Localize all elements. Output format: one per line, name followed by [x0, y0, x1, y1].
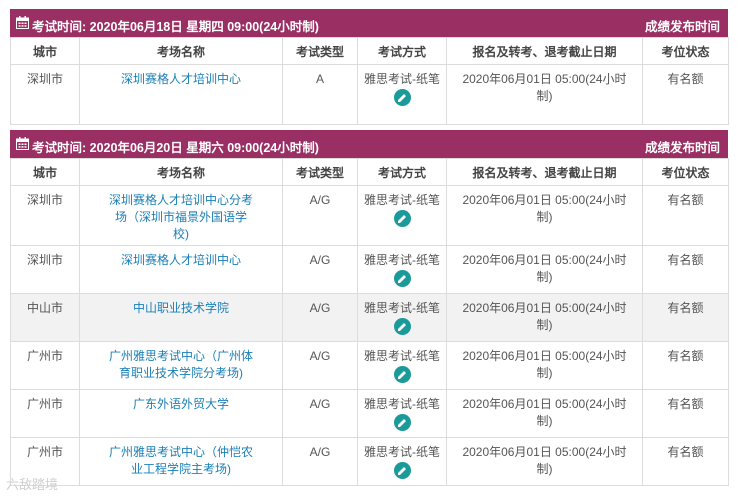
- method-text: 雅思考试-纸笔: [364, 193, 440, 207]
- method-text: 雅思考试-纸笔: [364, 397, 440, 411]
- session-header: 考试时间: 2020年06月18日 星期四 09:00(24小时制) 成绩发布时…: [10, 9, 728, 37]
- col-header-status: 考位状态: [642, 158, 729, 186]
- watermark: 六敌踏境: [6, 477, 59, 492]
- col-header-method: 考试方式: [357, 158, 447, 186]
- table-row: 深圳市 深圳赛格人才培训中心分考 场（深圳市福景外国语学 校) A/G 雅思考试-纸…: [10, 185, 729, 246]
- city-cell: 广州市: [10, 389, 80, 438]
- status-cell: 有名额: [642, 437, 729, 486]
- pencil-icon[interactable]: [393, 318, 411, 335]
- venue-cell: 深圳赛格人才培训中心: [79, 64, 283, 125]
- status-cell: 有名额: [642, 293, 729, 342]
- col-header-city: 城市: [10, 158, 80, 186]
- calendar-icon: [16, 137, 29, 150]
- table-row: 广州市 广东外语外贸大学 A/G 雅思考试-纸笔 2020年06月01日 05:…: [10, 389, 729, 438]
- table-row: 中山市 中山职业技术学院 A/G 雅思考试-纸笔 2020年06月01日 05:…: [10, 293, 729, 342]
- status-cell: 有名额: [642, 245, 729, 294]
- col-header-deadline: 报名及转考、退考截止日期: [446, 158, 643, 186]
- venue-cell: 深圳赛格人才培训中心分考 场（深圳市福景外国语学 校): [79, 185, 283, 246]
- pencil-icon[interactable]: [393, 366, 411, 383]
- city-cell: 深圳市: [10, 245, 80, 294]
- pencil-icon[interactable]: [393, 462, 411, 479]
- status-cell: 有名额: [642, 64, 729, 125]
- type-cell: A/G: [282, 185, 358, 246]
- score-release-link[interactable]: 成绩发布时间: [645, 16, 720, 35]
- method-text: 雅思考试-纸笔: [364, 253, 440, 267]
- deadline-cell: 2020年06月01日 05:00(24小时 制): [446, 64, 643, 125]
- session-table: 城市 考场名称 考试类型 考试方式 报名及转考、退考截止日期 考位状态 深圳市 …: [10, 158, 729, 486]
- venue-link[interactable]: 深圳赛格人才培训中心: [121, 72, 241, 86]
- table-header-row: 城市 考场名称 考试类型 考试方式 报名及转考、退考截止日期 考位状态: [10, 37, 729, 65]
- deadline-cell: 2020年06月01日 05:00(24小时 制): [446, 341, 643, 390]
- deadline-cell: 2020年06月01日 05:00(24小时 制): [446, 437, 643, 486]
- type-cell: A/G: [282, 437, 358, 486]
- col-header-venue: 考场名称: [79, 37, 283, 65]
- deadline-cell: 2020年06月01日 05:00(24小时 制): [446, 389, 643, 438]
- table-row: 广州市 广州雅思考试中心（广州体 育职业技术学院分考场) A/G 雅思考试-纸笔 …: [10, 341, 729, 390]
- col-header-type: 考试类型: [282, 158, 358, 186]
- method-text: 雅思考试-纸笔: [364, 301, 440, 315]
- city-cell: 广州市: [10, 341, 80, 390]
- table-row: 深圳市 深圳赛格人才培训中心 A/G 雅思考试-纸笔 2020年06月01日 0…: [10, 245, 729, 294]
- col-header-status: 考位状态: [642, 37, 729, 65]
- method-cell: 雅思考试-纸笔: [357, 245, 447, 294]
- venue-cell: 中山职业技术学院: [79, 293, 283, 342]
- venue-link[interactable]: 广州雅思考试中心（仲恺农 业工程学院主考场): [84, 444, 278, 478]
- venue-link[interactable]: 深圳赛格人才培训中心分考 场（深圳市福景外国语学 校): [84, 192, 278, 243]
- session-block-1: 考试时间: 2020年06月18日 星期四 09:00(24小时制) 成绩发布时…: [10, 9, 729, 125]
- method-text: 雅思考试-纸笔: [364, 349, 440, 363]
- table-header-row: 城市 考场名称 考试类型 考试方式 报名及转考、退考截止日期 考位状态: [10, 158, 729, 186]
- pencil-icon[interactable]: [393, 89, 411, 106]
- type-cell: A/G: [282, 341, 358, 390]
- col-header-method: 考试方式: [357, 37, 447, 65]
- status-cell: 有名额: [642, 185, 729, 246]
- table-row: 深圳市 深圳赛格人才培训中心 A 雅思考试-纸笔 2020年06月01日 05:…: [10, 64, 729, 125]
- col-header-venue: 考场名称: [79, 158, 283, 186]
- status-cell: 有名额: [642, 389, 729, 438]
- col-header-type: 考试类型: [282, 37, 358, 65]
- deadline-cell: 2020年06月01日 05:00(24小时 制): [446, 293, 643, 342]
- method-cell: 雅思考试-纸笔: [357, 185, 447, 246]
- venue-cell: 广东外语外贸大学: [79, 389, 283, 438]
- type-cell: A/G: [282, 389, 358, 438]
- city-cell: 深圳市: [10, 185, 80, 246]
- pencil-icon[interactable]: [393, 210, 411, 227]
- method-cell: 雅思考试-纸笔: [357, 293, 447, 342]
- type-cell: A/G: [282, 293, 358, 342]
- venue-link[interactable]: 中山职业技术学院: [133, 301, 229, 315]
- col-header-deadline: 报名及转考、退考截止日期: [446, 37, 643, 65]
- method-cell: 雅思考试-纸笔: [357, 64, 447, 125]
- venue-link[interactable]: 广州雅思考试中心（广州体 育职业技术学院分考场): [84, 348, 278, 382]
- method-cell: 雅思考试-纸笔: [357, 437, 447, 486]
- deadline-cell: 2020年06月01日 05:00(24小时 制): [446, 245, 643, 294]
- pencil-icon[interactable]: [393, 270, 411, 287]
- session-header: 考试时间: 2020年06月20日 星期六 09:00(24小时制) 成绩发布时…: [10, 130, 728, 158]
- score-release-link[interactable]: 成绩发布时间: [645, 137, 720, 156]
- type-cell: A: [282, 64, 358, 125]
- calendar-icon: [16, 16, 29, 29]
- method-cell: 雅思考试-纸笔: [357, 389, 447, 438]
- venue-cell: 深圳赛格人才培训中心: [79, 245, 283, 294]
- type-cell: A/G: [282, 245, 358, 294]
- status-cell: 有名额: [642, 341, 729, 390]
- col-header-city: 城市: [10, 37, 80, 65]
- venue-cell: 广州雅思考试中心（仲恺农 业工程学院主考场): [79, 437, 283, 486]
- venue-cell: 广州雅思考试中心（广州体 育职业技术学院分考场): [79, 341, 283, 390]
- session-title: 考试时间: 2020年06月20日 星期六 09:00(24小时制): [32, 141, 319, 155]
- method-text: 雅思考试-纸笔: [364, 445, 440, 459]
- city-cell: 深圳市: [10, 64, 80, 125]
- deadline-cell: 2020年06月01日 05:00(24小时 制): [446, 185, 643, 246]
- pencil-icon[interactable]: [393, 414, 411, 431]
- method-cell: 雅思考试-纸笔: [357, 341, 447, 390]
- venue-link[interactable]: 深圳赛格人才培训中心: [121, 253, 241, 267]
- city-cell: 中山市: [10, 293, 80, 342]
- session-title: 考试时间: 2020年06月18日 星期四 09:00(24小时制): [32, 20, 319, 34]
- method-text: 雅思考试-纸笔: [364, 72, 440, 86]
- session-block-2: 考试时间: 2020年06月20日 星期六 09:00(24小时制) 成绩发布时…: [10, 130, 729, 486]
- venue-link[interactable]: 广东外语外贸大学: [133, 397, 229, 411]
- table-row: 广州市 广州雅思考试中心（仲恺农 业工程学院主考场) A/G 雅思考试-纸笔 20…: [10, 437, 729, 486]
- session-table: 城市 考场名称 考试类型 考试方式 报名及转考、退考截止日期 考位状态 深圳市 …: [10, 37, 729, 125]
